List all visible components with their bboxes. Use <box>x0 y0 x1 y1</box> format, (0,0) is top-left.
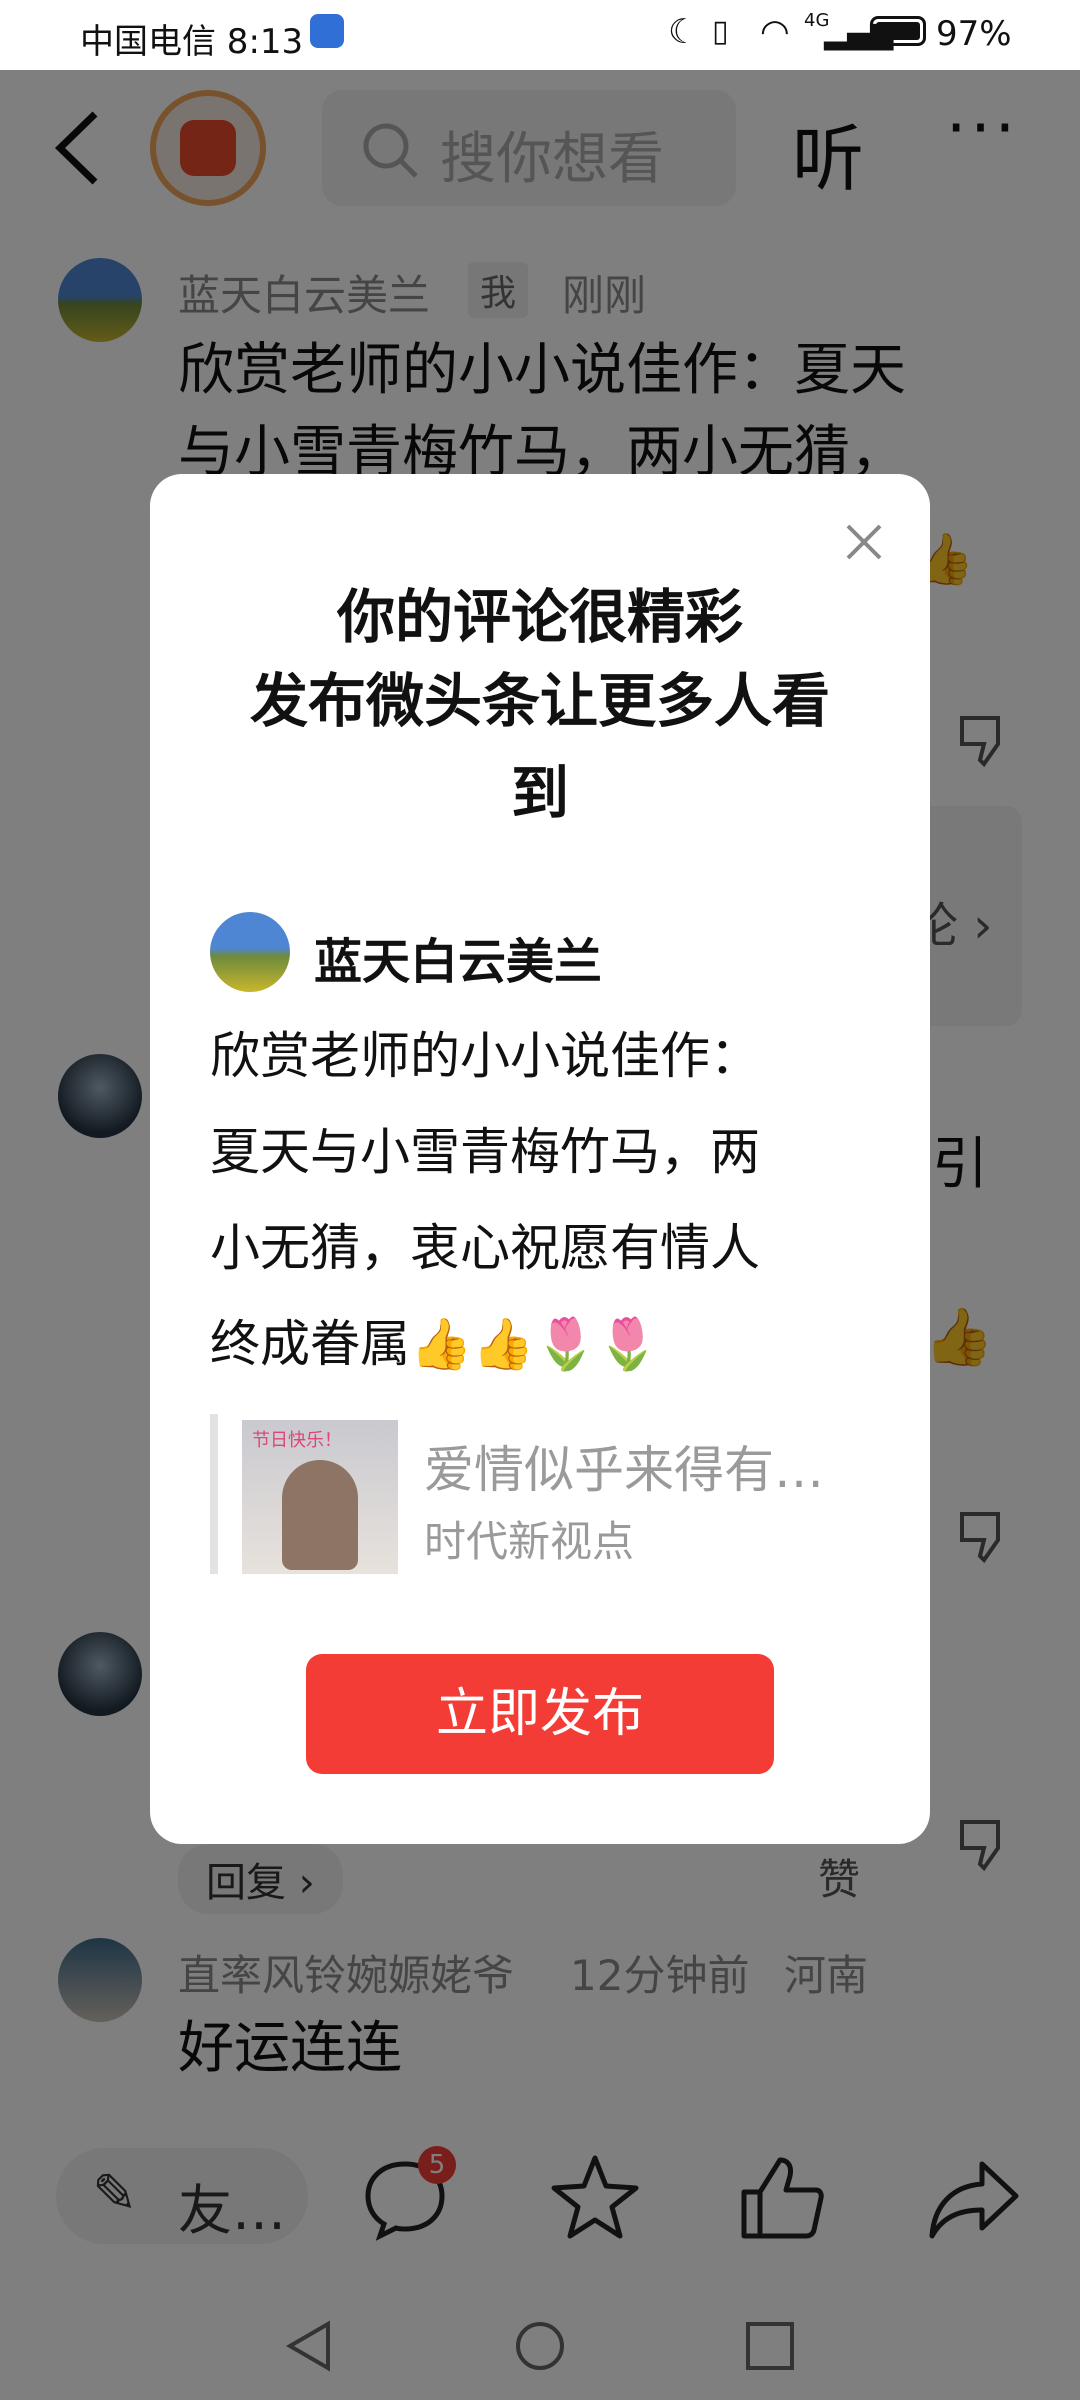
author-avatar <box>210 912 290 992</box>
author-name: 蓝天白云美兰 <box>314 934 603 990</box>
dialog-title-line1: 你的评论很精彩 <box>336 583 743 651</box>
battery-icon <box>870 16 926 46</box>
battery-percent: 97% <box>936 14 1012 54</box>
quoted-article[interactable]: 节日快乐！ 爱情似乎来得有… 时代新视点 <box>210 1414 870 1574</box>
publish-dialog: 你的评论很精彩 发布微头条让更多人看 到 蓝天白云美兰 欣赏老师的小小说佳作： … <box>150 474 930 1844</box>
quote-bar <box>210 1414 218 1574</box>
close-icon[interactable] <box>840 518 888 566</box>
post-body-line4: 终成眷属👍👍🌷🌷 <box>210 1315 660 1373</box>
dialog-title-line3: 到 <box>510 759 569 827</box>
vibrate-icon: ▯ <box>712 14 729 49</box>
status-bar: 中国电信 8:13 ☾ ▯ ◠ 4G ▂▄▆ 97% <box>0 0 1080 70</box>
post-body-line3: 小无猜，衷心祝愿有情人 <box>210 1219 760 1277</box>
thumbnail-text: 节日快乐！ <box>252 1430 342 1451</box>
dialog-title-line2: 发布微头条让更多人看 <box>249 667 830 735</box>
post-body-line1: 欣赏老师的小小说佳作： <box>210 1027 760 1085</box>
article-thumbnail: 节日快乐！ <box>242 1420 398 1574</box>
article-title: 爱情似乎来得有… <box>424 1441 824 1499</box>
post-body-line2: 夏天与小雪青梅竹马，两 <box>210 1123 760 1181</box>
carrier-time: 中国电信 8:13 <box>80 22 304 62</box>
baidu-icon <box>310 14 344 48</box>
moon-icon: ☾ <box>668 12 699 52</box>
wifi-icon: ◠ <box>760 12 790 52</box>
publish-button[interactable]: 立即发布 <box>306 1654 774 1774</box>
article-source: 时代新视点 <box>424 1517 635 1566</box>
